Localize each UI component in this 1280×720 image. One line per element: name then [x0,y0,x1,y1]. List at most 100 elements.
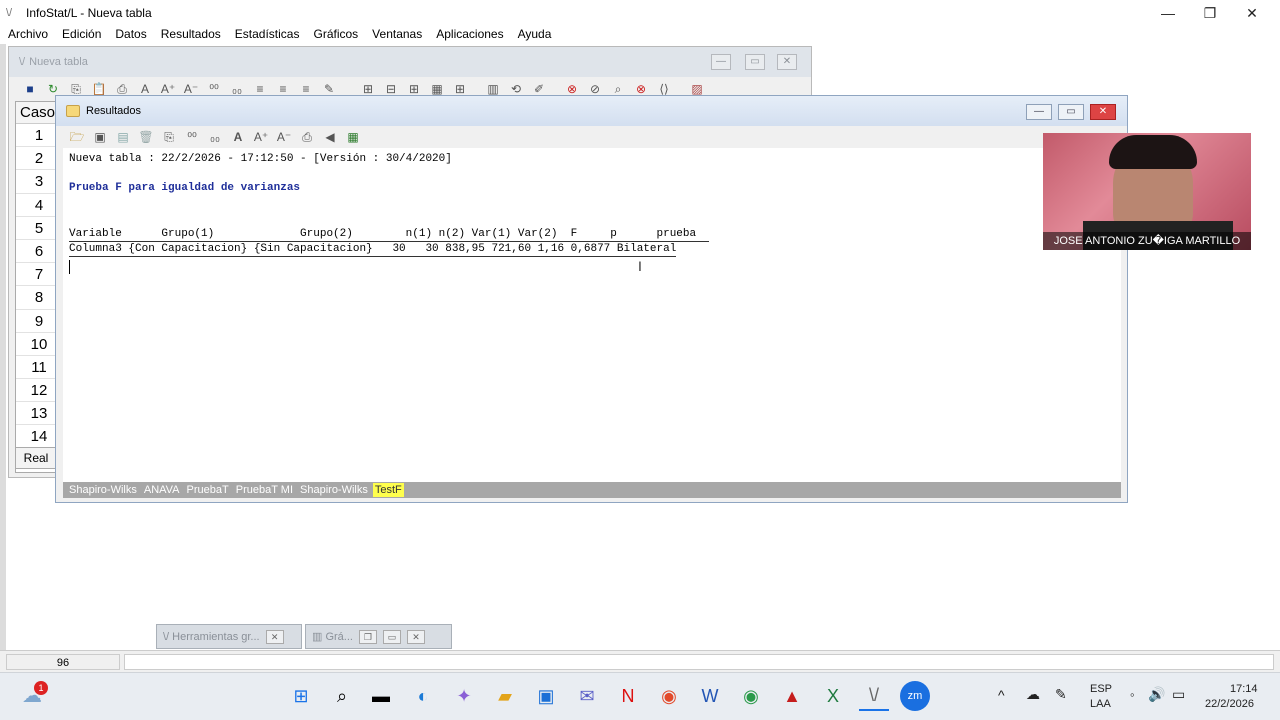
print-icon[interactable]: ⎙ [298,128,316,146]
maximize-button[interactable]: ❐ [1188,0,1232,26]
font-icon[interactable]: A [229,128,247,146]
ibeam-cursor-icon: I [638,258,642,274]
results-output-pane[interactable]: Nueva tabla : 22/2/2026 - 17:12:50 - [Ve… [63,148,1121,482]
word-icon[interactable]: W [695,681,725,711]
menu-ayuda[interactable]: Ayuda [518,27,552,41]
results-close-button[interactable]: ✕ [1090,104,1116,120]
table-maximize-button[interactable]: ▭ [745,54,765,70]
chrome-profile-icon[interactable]: ◉ [736,681,766,711]
menu-datos[interactable]: Datos [115,27,146,41]
results-tab[interactable]: ANAVA [142,483,182,497]
zoom-icon[interactable]: zm [900,681,930,711]
save-icon[interactable]: ■ [21,80,39,98]
copilot-icon[interactable]: ✦ [449,681,479,711]
decimal-increase-icon[interactable]: ⁰⁰ [183,128,201,146]
minimize-button[interactable]: — [1146,0,1190,26]
status-bar: 96 [0,650,1280,672]
app-titlebar: \/ InfoStat/L - Nueva tabla [0,0,1280,26]
trash-icon[interactable]: 🗑 [137,128,155,146]
results-toolbar: 🗁 ▣ ▤ 🗑 ⎘ ⁰⁰ ₀₀ A A⁺ A⁻ ⎙ ◀ ▦ [56,126,1127,148]
results-table-header: Variable Grupo(1) Grupo(2) n(1) n(2) Var… [69,228,710,242]
menu-estadisticas[interactable]: Estadísticas [235,27,300,41]
results-table-row: Columna3 {Con Capacitacion} {Sin Capacit… [69,243,677,257]
copy-results-icon[interactable]: ⎘ [160,128,178,146]
webcam-hair [1109,135,1197,169]
minimized-maximize-button[interactable]: ▭ [382,629,401,644]
app-title: InfoStat/L - Nueva tabla [26,6,152,20]
results-heading: Prueba F para igualdad de varianzas [69,182,301,194]
minimized-window-herramientas[interactable]: \/ Herramientas gr... ✕ [156,624,302,649]
results-tab[interactable]: Shapiro-Wilks [298,483,370,497]
wifi-icon[interactable]: ◦ [1130,687,1135,702]
menu-aplicaciones[interactable]: Aplicaciones [436,27,503,41]
minimized-window-label: Grá... [325,630,353,643]
keyboard-layout[interactable]: LAA [1090,698,1111,710]
infostat-window-icon: \/ [19,56,26,68]
table-close-button[interactable]: ✕ [777,54,797,70]
menu-edicion[interactable]: Edición [62,27,101,41]
workspace-border [0,44,6,650]
results-header-line: Nueva tabla : 22/2/2026 - 17:12:50 - [Ve… [69,153,452,165]
minimized-close-button[interactable]: ✕ [265,629,284,644]
start-icon[interactable]: ⊞ [286,681,316,711]
notification-badge: 1 [34,681,48,695]
network-cloud-icon[interactable]: ☁ [1026,686,1040,703]
webcam-overlay: JOSE ANTONIO ZU�IGA MARTILLO [1043,133,1251,250]
save-results-icon[interactable]: ▣ [91,128,109,146]
open-folder-icon[interactable]: 🗁 [68,128,86,146]
menu-ventanas[interactable]: Ventanas [372,27,422,41]
excel-icon[interactable]: X [818,681,848,711]
text-caret [69,260,70,274]
results-maximize-button[interactable]: ▭ [1058,104,1084,120]
table-icon[interactable]: ▦ [344,128,362,146]
minimized-close-button[interactable]: ✕ [406,629,425,644]
minimized-window-label: Herramientas gr... [172,630,260,643]
results-folder-icon [66,105,80,117]
acrobat-icon[interactable]: ▲ [777,681,807,711]
infostat-logo-icon: \/ [6,7,13,19]
status-field [124,654,1274,670]
search-icon[interactable]: ⌕ [327,681,357,711]
language-indicator[interactable]: ESP [1090,683,1112,695]
results-tab-active[interactable]: TestF [372,483,404,497]
results-tab[interactable]: PruebaT [185,483,231,497]
decimal-decrease-icon[interactable]: ₀₀ [206,128,224,146]
menu-graficos[interactable]: Gráficos [313,27,358,41]
menu-archivo[interactable]: Archivo [8,27,48,41]
clock-date[interactable]: 22/2/2026 [1205,698,1254,710]
edge-icon[interactable]: ◐ [408,681,438,711]
table-window-titlebar[interactable]: \/ Nueva tabla [9,47,811,77]
document-icon[interactable]: ▤ [114,128,132,146]
pen-icon[interactable]: ✎ [1055,686,1067,703]
menu-resultados[interactable]: Resultados [161,27,221,41]
table-minimize-button[interactable]: — [711,54,731,70]
font-decrease-icon[interactable]: A⁻ [275,128,293,146]
volume-icon[interactable]: 🔊 [1148,686,1165,703]
status-count: 96 [6,654,120,670]
sheet-tab-real[interactable]: Real [15,447,57,469]
clock-time[interactable]: 17:14 [1230,683,1258,695]
teams-icon[interactable]: ✉ [572,681,602,711]
results-minimize-button[interactable]: — [1026,104,1052,120]
font-increase-icon[interactable]: A⁺ [252,128,270,146]
results-tabs: Shapiro-Wilks ANAVA PruebaT PruebaT MI S… [63,482,1121,498]
close-button[interactable]: ✕ [1230,0,1274,26]
store-icon[interactable]: ▣ [531,681,561,711]
netflix-icon[interactable]: N [613,681,643,711]
results-tab[interactable]: PruebaT MI [234,483,295,497]
battery-icon[interactable]: ▭ [1172,686,1185,703]
send-icon[interactable]: ◀ [321,128,339,146]
infostat-taskbar-icon[interactable]: \/ [859,681,889,711]
minimized-window-graficos[interactable]: ▥ Grá... ❐ ▭ ✕ [305,624,452,649]
chrome-icon[interactable]: ◉ [654,681,684,711]
results-title: Resultados [86,105,142,117]
results-window[interactable]: Resultados — ▭ ✕ 🗁 ▣ ▤ 🗑 ⎘ ⁰⁰ ₀₀ A A⁺ A⁻… [55,95,1128,503]
results-tab[interactable]: Shapiro-Wilks [67,483,139,497]
webcam-name: JOSE ANTONIO ZU�IGA MARTILLO [1043,232,1251,250]
file-explorer-icon[interactable]: ▰ [490,681,520,711]
task-view-icon[interactable]: ▬ [366,681,396,711]
minimized-restore-button[interactable]: ❐ [358,629,377,644]
chart-window-icon: ▥ [312,631,326,643]
show-hidden-icons-icon[interactable]: ^ [998,687,1005,703]
results-titlebar[interactable]: Resultados [56,96,1127,126]
